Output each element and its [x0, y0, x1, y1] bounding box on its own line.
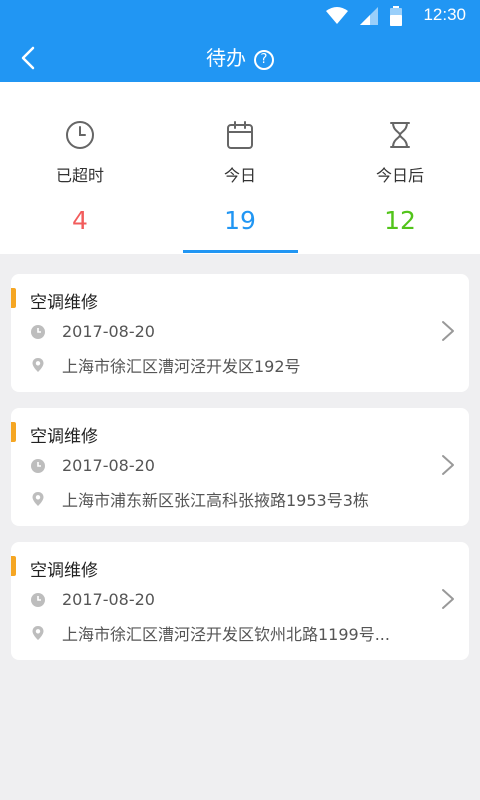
summary-tabs: 已超时 4 今日 19 今日后 12 [0, 82, 480, 254]
tab-label: 今日 [223, 166, 256, 185]
chevron-right-icon [442, 589, 454, 609]
clock-icon [66, 121, 94, 149]
time-icon [31, 324, 45, 339]
status-icons [326, 6, 402, 26]
hourglass-icon [390, 122, 410, 148]
tab-overdue[interactable]: 已超时 4 [0, 82, 160, 254]
top-bar: 12:30 待办? [0, 0, 480, 82]
tab-label: 今日后 [375, 166, 424, 185]
page-title-wrap: 待办? [0, 42, 480, 71]
help-icon[interactable]: ? [254, 50, 274, 70]
tab-after-today[interactable]: 今日后 12 [320, 82, 480, 254]
battery-icon [390, 6, 402, 26]
task-date: 2017-08-20 [62, 456, 155, 475]
task-date: 2017-08-20 [62, 322, 155, 341]
task-card[interactable]: 空调维修 2017-08-20 上海市浦东新区张江高科张掖路1953号3栋 [11, 408, 469, 526]
task-date-row: 2017-08-20 [30, 322, 155, 341]
tab-today[interactable]: 今日 19 [160, 82, 320, 254]
tab-label: 已超时 [55, 166, 104, 185]
card-accent [11, 288, 16, 308]
task-address-row: 上海市徐汇区漕河泾开发区钦州北路1199号... [30, 621, 390, 645]
selected-tab-indicator [183, 250, 298, 253]
chevron-right-icon [442, 455, 454, 475]
location-pin-icon [32, 492, 44, 506]
card-accent [11, 422, 16, 442]
location-pin-icon [32, 358, 44, 372]
task-address-row: 上海市徐汇区漕河泾开发区192号 [30, 353, 301, 377]
signal-icon [360, 7, 378, 25]
nav-bar: 待办? [0, 32, 480, 82]
task-title: 空调维修 [30, 427, 98, 447]
task-date: 2017-08-20 [62, 590, 155, 609]
tab-count: 12 [384, 206, 416, 235]
tab-count: 4 [72, 206, 88, 235]
task-card[interactable]: 空调维修 2017-08-20 上海市徐汇区漕河泾开发区192号 [11, 274, 469, 392]
wifi-icon [326, 7, 348, 24]
card-accent [11, 556, 16, 576]
location-pin-icon [32, 626, 44, 640]
task-address: 上海市徐汇区漕河泾开发区钦州北路1199号... [62, 625, 390, 644]
task-address-row: 上海市浦东新区张江高科张掖路1953号3栋 [30, 487, 369, 511]
time-icon [31, 592, 45, 607]
task-date-row: 2017-08-20 [30, 456, 155, 475]
task-title: 空调维修 [30, 561, 98, 581]
task-date-row: 2017-08-20 [30, 590, 155, 609]
task-title: 空调维修 [30, 293, 98, 313]
calendar-icon [227, 121, 253, 149]
page-title: 待办 [206, 46, 246, 70]
task-card[interactable]: 空调维修 2017-08-20 上海市徐汇区漕河泾开发区钦州北路1199号... [11, 542, 469, 660]
task-address: 上海市徐汇区漕河泾开发区192号 [62, 357, 301, 376]
time-icon [31, 458, 45, 473]
chevron-right-icon [442, 321, 454, 341]
task-address: 上海市浦东新区张江高科张掖路1953号3栋 [62, 491, 369, 510]
tab-count: 19 [224, 206, 256, 235]
status-bar: 12:30 [0, 0, 480, 32]
status-time: 12:30 [423, 5, 466, 24]
